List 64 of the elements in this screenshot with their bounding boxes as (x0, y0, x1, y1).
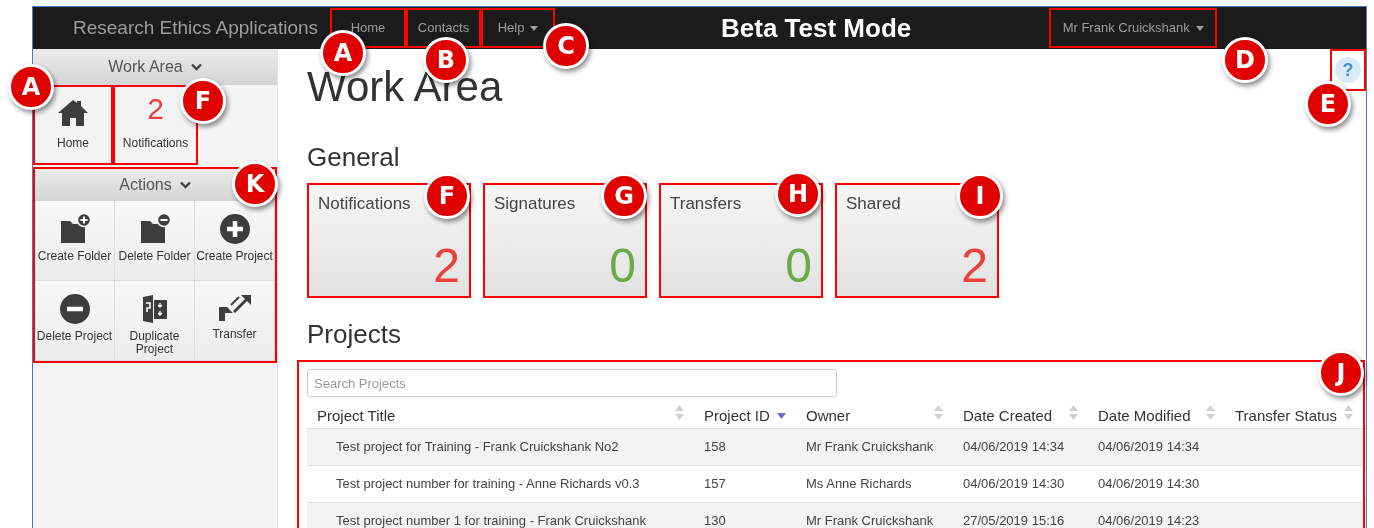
stat-label: Notifications (318, 193, 411, 215)
stat-label: Shared (846, 193, 901, 215)
stat-value: 0 (609, 238, 636, 294)
chevron-icon (190, 63, 202, 71)
table-cell: 130 (704, 513, 726, 528)
callout-tooltip: J (1318, 350, 1364, 396)
transfer-arrows-icon (216, 293, 253, 323)
action-tile[interactable]: Create Folder (35, 201, 115, 281)
table-cell: 04/06/2019 14:34 (1098, 439, 1200, 455)
table-row[interactable]: Test project for Training - Frank Cruickshank No2 158 Mr Frank Cruickshank 04/06/2019 14:34 04/06/2019 14:34 (307, 429, 1363, 466)
notifications-tile[interactable]: 2 Notifications (113, 85, 198, 165)
column-header[interactable]: Transfer Status (1225, 405, 1363, 428)
column-header[interactable]: Project Title (307, 405, 694, 428)
minus-circle-icon (58, 293, 91, 325)
table-cell: 157 (704, 476, 726, 492)
action-tile[interactable]: Delete Project (35, 281, 115, 361)
mode-title: Beta Test Mode (721, 11, 912, 45)
table-row[interactable]: Test project number 1 for training - Frank Cruickshank 130 Mr Frank Cruickshank 27/05/2019 15:16 04/06/2019 14:23 (307, 503, 1363, 528)
column-header[interactable]: Date Modified (1088, 405, 1225, 428)
callout-tooltip: C (543, 23, 589, 69)
app-brand[interactable]: Research Ethics Applications (73, 13, 318, 43)
folder-minus-icon (138, 213, 171, 245)
table-cell: Mr Frank Cruickshank (806, 439, 934, 455)
stat-value: 2 (961, 238, 988, 294)
table-cell: 04/06/2019 14:34 (963, 439, 1065, 455)
search-field[interactable]: Search Projects (307, 369, 837, 397)
table-cell: Test project number for training - Anne Richards v0.3 (336, 476, 640, 492)
table-cell: Mr Frank Cruickshank (806, 513, 934, 528)
section-heading: General (307, 141, 401, 173)
callout-tooltip: A (8, 64, 54, 110)
table-cell: Ms Anne Richards (806, 476, 912, 492)
action-tile[interactable]: Delete Folder (115, 201, 195, 281)
notification-count: 2 (147, 94, 164, 124)
column-header[interactable]: Owner (796, 405, 953, 428)
table-cell: 04/06/2019 14:30 (1098, 476, 1200, 492)
section-title: Work Area (108, 57, 183, 77)
column-header[interactable]: Project ID (694, 405, 796, 428)
callout-tooltip: H (775, 171, 821, 217)
callout-tooltip: E (1305, 81, 1351, 127)
section-title: Actions (119, 175, 172, 195)
user-menu[interactable]: Mr Frank Cruickshank (1049, 8, 1218, 48)
table-cell: 04/06/2019 14:30 (963, 476, 1065, 492)
table-cell: 27/05/2019 15:16 (963, 513, 1065, 528)
action-tile[interactable]: Create Project (195, 201, 275, 281)
table-cell: Test project number 1 for training - Frank Cruickshank (336, 513, 646, 528)
folder-plus-icon (58, 213, 91, 245)
callout-tooltip: G (601, 173, 647, 219)
callout-tooltip: I (957, 173, 1003, 219)
stat-label: Signatures (494, 193, 576, 215)
action-tile[interactable]: Duplicate Project (115, 281, 195, 361)
table-cell: Test project for Training - Frank Cruickshank No2 (336, 439, 619, 455)
table-cell: 04/06/2019 14:23 (1098, 513, 1200, 528)
callout-tooltip: F (424, 173, 470, 219)
stat-value: 0 (785, 238, 812, 294)
stat-value: 2 (433, 238, 460, 294)
action-tile[interactable]: Transfer (195, 281, 275, 361)
callout-tooltip: D (1222, 37, 1268, 83)
stat-label: Transfers (670, 193, 742, 215)
home-icon (57, 99, 89, 127)
chevron-icon (179, 181, 191, 189)
column-header[interactable]: Date Created (953, 405, 1088, 428)
section-heading: Projects (307, 318, 402, 350)
plus-circle-icon (218, 213, 251, 245)
table-cell: 158 (704, 439, 726, 455)
